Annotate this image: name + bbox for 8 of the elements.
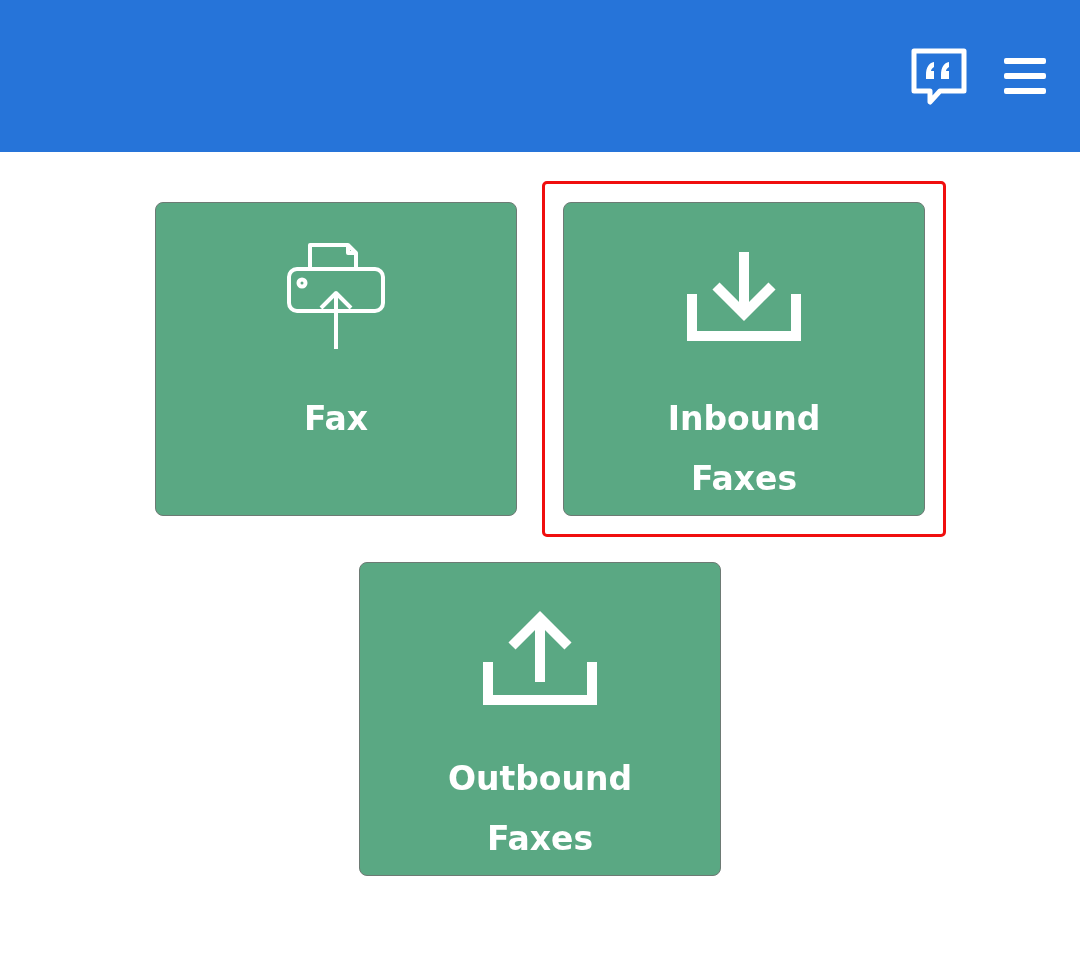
fax-tile[interactable]: Inbound Faxes (563, 202, 925, 516)
fax-tile[interactable]: Fax (155, 202, 517, 516)
upload-icon (482, 610, 598, 706)
feedback-button[interactable] (910, 47, 968, 105)
menu-icon (1004, 58, 1046, 94)
quote-bubble-icon (910, 47, 968, 105)
menu-button[interactable] (1004, 58, 1046, 94)
fax-tile[interactable]: Outbound Faxes (359, 562, 721, 876)
